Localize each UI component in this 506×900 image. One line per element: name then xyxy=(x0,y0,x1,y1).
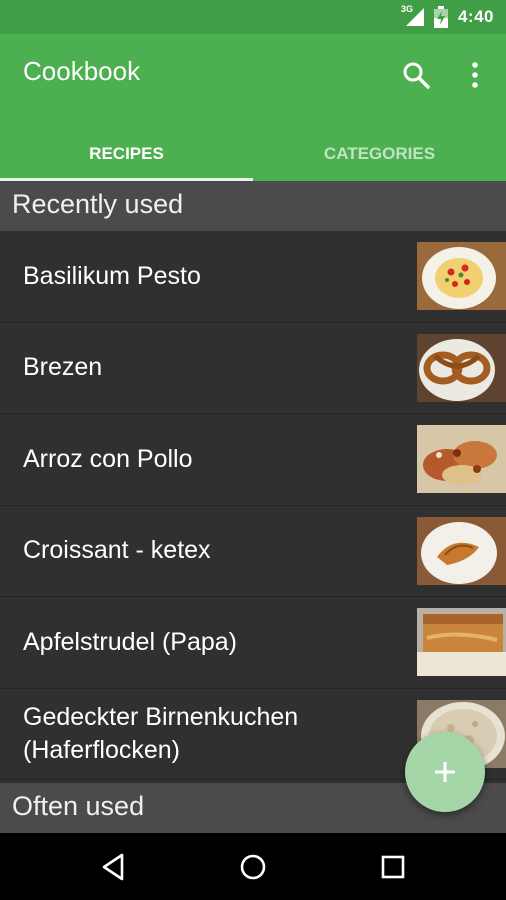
recipe-thumbnail xyxy=(417,425,506,493)
recipe-name: Croissant - ketex xyxy=(23,536,211,564)
app-bar: Cookbook RECIPES CATEGORIES xyxy=(0,34,506,181)
home-icon[interactable] xyxy=(237,851,269,883)
recipe-thumbnail xyxy=(417,608,506,676)
search-button[interactable] xyxy=(401,60,431,90)
recipe-name: Gedeckter Birnenkuchen (Haferflocken) xyxy=(23,702,299,764)
list-item[interactable]: Croissant - ketex xyxy=(0,505,506,597)
add-icon xyxy=(435,762,455,782)
tab-categories[interactable]: CATEGORIES xyxy=(253,126,506,181)
list-item[interactable]: Arroz con Pollo xyxy=(0,414,506,506)
recipe-name: Brezen xyxy=(23,353,103,381)
recipe-name: Basilikum Pesto xyxy=(23,261,201,290)
battery-icon xyxy=(433,6,448,28)
signal-icon: 3G xyxy=(401,4,428,28)
tab-recipes[interactable]: RECIPES xyxy=(0,126,253,181)
recipe-name: Apfelstrudel (Papa) xyxy=(23,627,238,656)
more-options-button[interactable] xyxy=(462,60,488,90)
app-title: Cookbook xyxy=(23,56,141,86)
more-vert-icon xyxy=(472,62,478,88)
clock: 4:40 xyxy=(457,7,494,26)
recipe-thumbnail xyxy=(417,516,506,585)
add-recipe-button[interactable] xyxy=(405,732,485,812)
back-icon[interactable] xyxy=(98,851,130,883)
tab-bar: RECIPES CATEGORIES xyxy=(0,126,506,181)
recipe-name: Arroz con Pollo xyxy=(23,444,193,473)
search-icon xyxy=(403,62,430,89)
status-bar: 3G 4:40 xyxy=(0,0,506,34)
recipe-thumbnail xyxy=(417,242,506,310)
recipe-thumbnail xyxy=(417,333,506,402)
navigation-bar xyxy=(0,833,506,900)
list-item[interactable]: Apfelstrudel (Papa) xyxy=(0,597,506,689)
section-header-recently-used: Recently used xyxy=(0,181,506,231)
list-item[interactable]: Basilikum Pesto xyxy=(0,231,506,323)
list-item[interactable]: Brezen xyxy=(0,322,506,414)
recents-icon[interactable] xyxy=(377,851,409,883)
recipe-list: Basilikum Pesto Brezen Arroz con Pollo C… xyxy=(0,231,506,780)
